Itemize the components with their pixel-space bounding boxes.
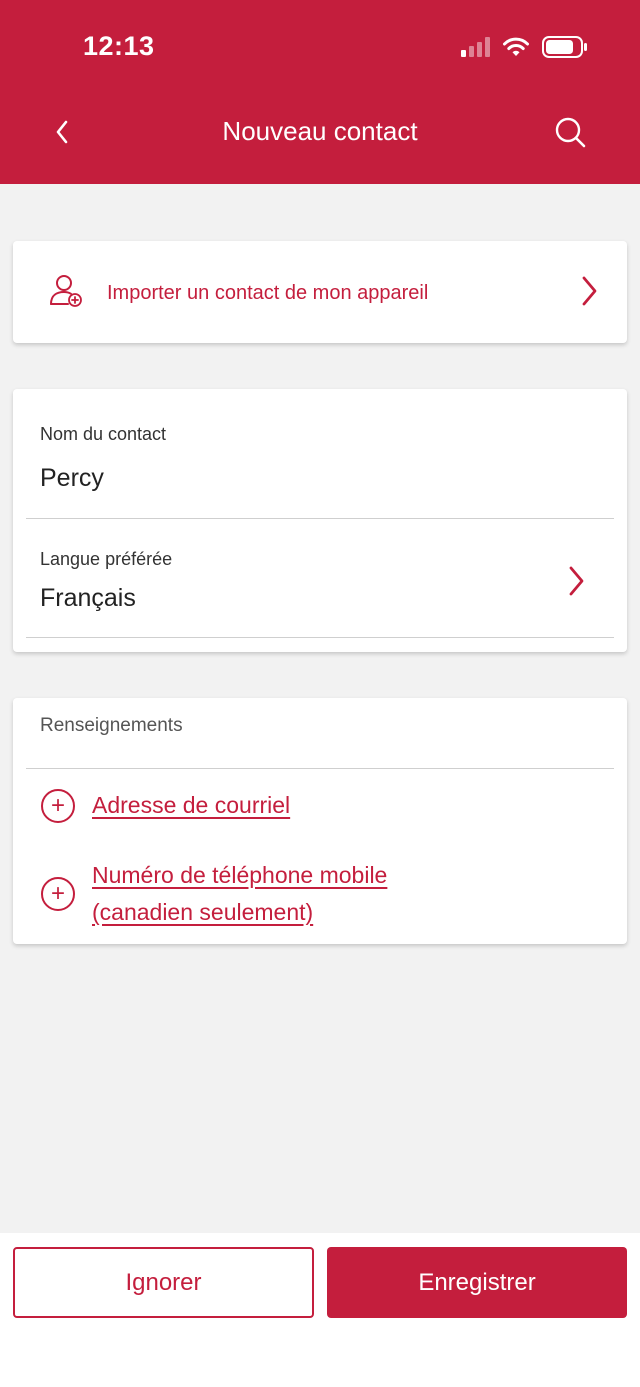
page-title: Nouveau contact (222, 116, 418, 146)
signal-icon (461, 37, 490, 57)
battery-icon (542, 36, 587, 58)
plus-circle-icon[interactable]: + (41, 877, 75, 911)
add-phone-link-line1[interactable]: Numéro de téléphone mobile (92, 857, 387, 893)
status-icons (461, 34, 588, 60)
search-button[interactable] (550, 112, 590, 152)
add-phone-link-line2[interactable]: (canadien seulement) (92, 894, 313, 930)
add-email-link[interactable]: Adresse de courriel (92, 787, 290, 823)
wifi-icon (503, 37, 529, 56)
language-label: Langue préférée (40, 549, 173, 569)
section-title: Renseignements (40, 715, 183, 736)
plus-circle-icon[interactable]: + (41, 789, 75, 823)
app-header: 12:13 Nouveau contact (0, 0, 640, 184)
search-icon (555, 117, 586, 148)
divider (26, 518, 614, 519)
contact-name-label: Nom du contact (40, 424, 167, 444)
chevron-right-icon[interactable] (578, 275, 600, 307)
import-contact-label[interactable]: Importer un contact de mon appareil (107, 282, 428, 305)
save-button[interactable]: Enregistrer (327, 1247, 627, 1318)
divider (26, 768, 614, 769)
status-time: 12:13 (83, 31, 155, 61)
divider (26, 637, 614, 638)
contact-name-input[interactable]: Percy (40, 464, 104, 493)
ignore-button[interactable]: Ignorer (13, 1247, 314, 1318)
language-select[interactable]: Français (40, 584, 136, 613)
add-person-icon (50, 275, 82, 307)
chevron-right-icon[interactable] (565, 565, 587, 597)
